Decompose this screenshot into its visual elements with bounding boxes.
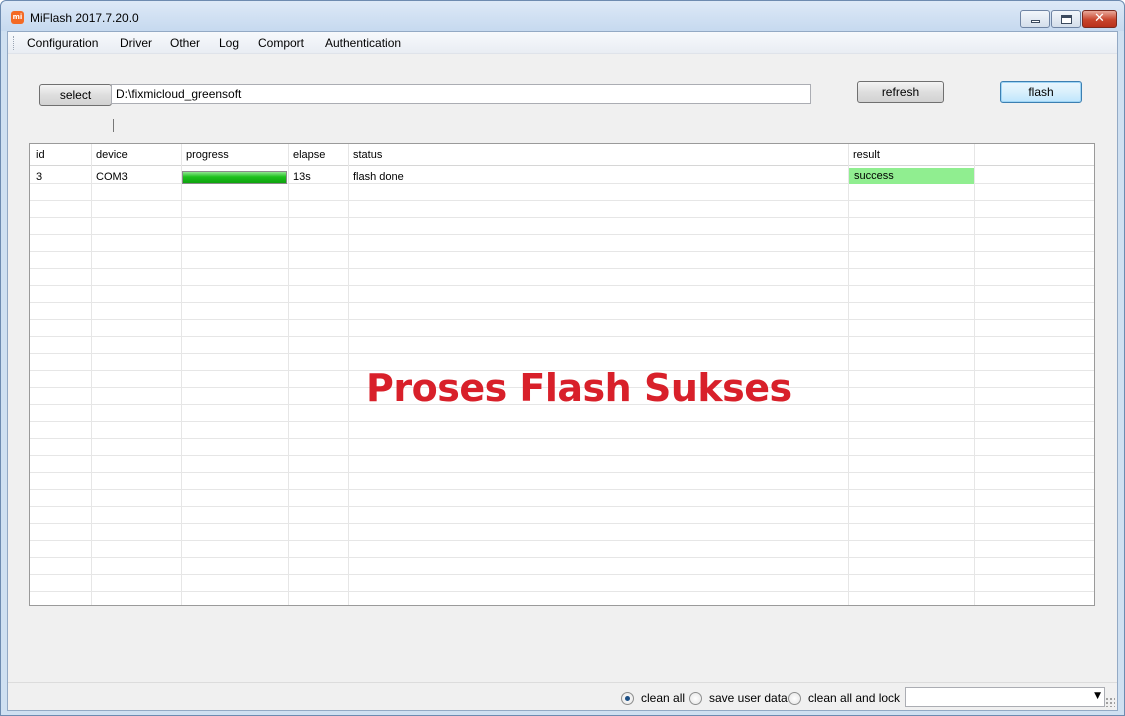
grid-column-divider	[288, 144, 289, 605]
grid-row-divider	[30, 200, 1094, 201]
device-grid[interactable]: id device progress elapse status result …	[29, 143, 1095, 606]
client-area: Configuration Driver Other Log Comport A…	[7, 31, 1118, 711]
grid-row-divider	[30, 217, 1094, 218]
device-combo[interactable]: ▼	[905, 687, 1105, 707]
grid-row-divider	[30, 336, 1094, 337]
menu-log[interactable]: Log	[219, 36, 239, 50]
grid-row-divider	[30, 234, 1094, 235]
maximize-icon	[1061, 15, 1072, 24]
grid-row-divider	[30, 455, 1094, 456]
minimize-icon	[1031, 20, 1040, 23]
col-id[interactable]: id	[36, 149, 45, 161]
close-icon: ✕	[1094, 11, 1105, 26]
title-bar[interactable]: mi MiFlash 2017.7.20.0 ✕	[1, 1, 1124, 31]
col-progress[interactable]: progress	[186, 149, 229, 161]
grid-row-divider	[30, 472, 1094, 473]
radio-clean-all-and-lock[interactable]	[788, 692, 801, 705]
row-1-device[interactable]: COM3	[96, 171, 128, 183]
mi-logo-icon: mi	[11, 11, 24, 24]
grid-row-divider	[30, 523, 1094, 524]
menu-grip-icon[interactable]	[13, 36, 16, 50]
grid-column-divider	[91, 144, 92, 605]
label-clean-all-and-lock[interactable]: clean all and lock	[808, 691, 900, 705]
row-1-elapse[interactable]: 13s	[293, 171, 311, 183]
col-elapse[interactable]: elapse	[293, 149, 325, 161]
grid-row-divider	[30, 353, 1094, 354]
row-1-result[interactable]: success	[849, 168, 974, 184]
progress-fill	[183, 172, 286, 183]
grid-column-divider	[181, 144, 182, 605]
grid-row-divider	[30, 506, 1094, 507]
dropdown-arrow-icon[interactable]: ▼	[1094, 691, 1101, 701]
overlay-caption: Proses Flash Sukses	[366, 366, 792, 410]
grid-header: id device progress elapse status result	[30, 144, 1094, 166]
minimize-button[interactable]	[1020, 10, 1050, 28]
col-status[interactable]: status	[353, 149, 382, 161]
grid-row-divider	[30, 251, 1094, 252]
grid-column-divider	[974, 144, 975, 605]
grid-row-divider	[30, 302, 1094, 303]
path-input[interactable]	[111, 84, 811, 104]
row-1-id[interactable]: 3	[36, 171, 42, 183]
splitter-mark	[113, 119, 114, 132]
grid-column-divider	[848, 144, 849, 605]
row-1-status[interactable]: flash done	[353, 171, 404, 183]
status-bar: clean all save user data clean all and l…	[8, 682, 1117, 710]
menu-comport[interactable]: Comport	[258, 36, 304, 50]
grid-row-divider	[30, 285, 1094, 286]
grid-row-divider	[30, 421, 1094, 422]
label-save-user-data[interactable]: save user data	[709, 691, 788, 705]
radio-clean-all[interactable]	[621, 692, 634, 705]
miflash-window: mi MiFlash 2017.7.20.0 ✕ Configuration D…	[0, 0, 1125, 716]
grid-row-divider	[30, 268, 1094, 269]
row-1-progress-bar	[182, 171, 287, 184]
menu-bar: Configuration Driver Other Log Comport A…	[8, 32, 1117, 54]
label-clean-all[interactable]: clean all	[641, 691, 685, 705]
radio-selected-dot	[625, 696, 630, 701]
menu-driver[interactable]: Driver	[120, 36, 152, 50]
select-button[interactable]: select	[39, 84, 112, 106]
menu-configuration[interactable]: Configuration	[27, 36, 98, 50]
col-result[interactable]: result	[853, 149, 880, 161]
grid-row-divider	[30, 319, 1094, 320]
refresh-button[interactable]: refresh	[857, 81, 944, 103]
close-button[interactable]: ✕	[1082, 10, 1117, 28]
grid-row-divider	[30, 574, 1094, 575]
grid-row-divider	[30, 557, 1094, 558]
grid-row-divider	[30, 591, 1094, 592]
resize-grip-icon[interactable]	[1105, 697, 1115, 707]
window-title: MiFlash 2017.7.20.0	[30, 11, 139, 25]
grid-row-divider	[30, 540, 1094, 541]
radio-save-user-data[interactable]	[689, 692, 702, 705]
grid-column-divider	[348, 144, 349, 605]
menu-authentication[interactable]: Authentication	[325, 36, 401, 50]
col-device[interactable]: device	[96, 149, 128, 161]
flash-button[interactable]: flash	[1000, 81, 1082, 103]
grid-row-divider	[30, 438, 1094, 439]
menu-other[interactable]: Other	[170, 36, 200, 50]
maximize-button[interactable]	[1051, 10, 1081, 28]
grid-row-divider	[30, 489, 1094, 490]
